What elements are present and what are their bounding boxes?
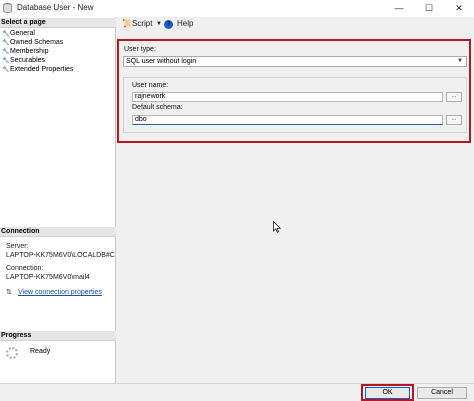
cancel-button[interactable]: Cancel <box>417 387 467 399</box>
sidebar-item-label: Securables <box>10 57 46 64</box>
close-button[interactable]: ✕ <box>444 0 474 17</box>
default-schema-browse-button[interactable]: ... <box>446 115 462 125</box>
user-type-label: User type: <box>124 46 156 53</box>
progress-header: Progress <box>0 331 116 341</box>
sidebar-item-securables[interactable]: 🔧Securables <box>2 56 45 65</box>
help-button[interactable]: Help <box>177 19 193 28</box>
script-dropdown-icon[interactable]: ▼ <box>156 21 162 27</box>
user-name-field[interactable]: rajnework <box>132 92 443 102</box>
sidebar-item-label: General <box>10 30 35 37</box>
script-button[interactable]: Script <box>132 19 152 28</box>
progress-status: Ready <box>30 348 51 355</box>
connection-header: Connection <box>0 227 116 237</box>
maximize-button[interactable]: ☐ <box>414 0 444 17</box>
user-type-select[interactable]: SQL user without login ▼ <box>123 56 467 67</box>
sidebar-item-extended-properties[interactable]: 🔧Extended Properties <box>2 65 73 74</box>
default-schema-label: Default schema: <box>132 104 183 111</box>
default-schema-field[interactable]: dbo <box>132 115 443 125</box>
sidebar-item-membership[interactable]: 🔧Membership <box>2 47 49 56</box>
progress-spinner-icon <box>6 347 18 359</box>
select-page-header: Select a page <box>0 18 116 28</box>
view-connection-properties-link[interactable]: ⇅ View connection properties <box>6 288 102 296</box>
title-bar: Database User - New — ☐ ✕ <box>0 0 474 17</box>
window-title: Database User - New <box>17 3 94 12</box>
chevron-down-icon: ▼ <box>457 58 463 64</box>
connection-label: Connection: <box>6 265 44 272</box>
help-icon[interactable]: ? <box>164 20 173 29</box>
sidebar: Select a page 🔧General 🔧Owned Schemas 🔧M… <box>0 17 116 384</box>
connection-value: LAPTOP-KK75M6V0\mail4 <box>6 274 90 281</box>
user-name-label: User name: <box>132 82 169 89</box>
sidebar-item-general[interactable]: 🔧General <box>2 29 35 38</box>
minimize-button[interactable]: — <box>384 0 414 17</box>
database-icon <box>3 3 12 13</box>
toolbar: 📜 Script ▼ ? Help <box>116 17 474 31</box>
ok-button[interactable]: OK <box>365 387 410 399</box>
sidebar-item-label: Extended Properties <box>10 66 74 73</box>
sidebar-item-owned-schemas[interactable]: 🔧Owned Schemas <box>2 38 63 47</box>
server-value: LAPTOP-KK75M6V0\LOCALDB#C <box>6 252 115 259</box>
server-label: Server: <box>6 243 29 250</box>
view-connection-properties-label: View connection properties <box>18 289 102 296</box>
connection-properties-icon: ⇅ <box>6 289 12 296</box>
script-icon[interactable]: 📜 <box>122 19 132 28</box>
user-name-browse-button[interactable]: ... <box>446 92 462 102</box>
mouse-cursor-icon <box>273 221 281 233</box>
sidebar-item-label: Owned Schemas <box>10 39 64 46</box>
wrench-icon: 🔧 <box>2 67 10 73</box>
user-type-value: SQL user without login <box>126 58 197 65</box>
sidebar-item-label: Membership <box>10 48 49 55</box>
